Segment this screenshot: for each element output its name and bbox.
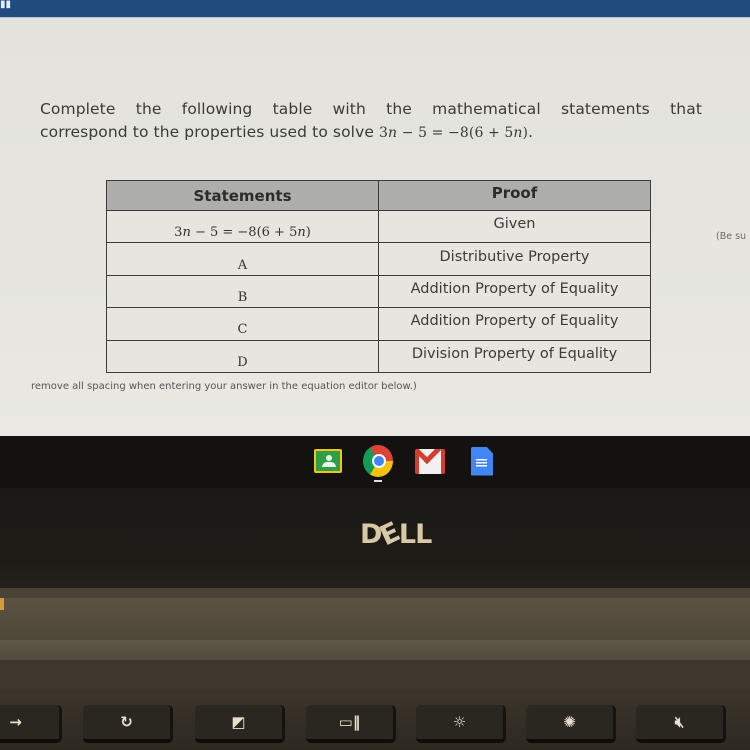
refresh-icon: ↻ xyxy=(120,713,133,731)
question-line-1: Complete the following table with the ma… xyxy=(40,100,702,118)
question-line-2: correspond to the properties used to sol… xyxy=(40,121,702,145)
overview-icon: ▭‖ xyxy=(338,713,361,731)
top-bar: ▮▮ xyxy=(0,0,750,18)
table-row: B Addition Property of Equality xyxy=(106,274,651,309)
statement-cell: C xyxy=(106,307,379,341)
keyboard-deck-strip xyxy=(0,660,750,690)
mute-icon: 🔇︎ xyxy=(674,713,685,731)
brightness-up-icon: ✺ xyxy=(563,713,576,731)
key-overview[interactable]: ▭‖ xyxy=(306,705,396,743)
brightness-down-icon: ☼ xyxy=(452,713,467,731)
proof-cell: Addition Property of Equality xyxy=(378,274,651,309)
question-line-2-text: correspond to the properties used to sol… xyxy=(40,123,380,141)
statement-cell: A xyxy=(106,242,379,276)
fullscreen-icon: ◩ xyxy=(231,713,246,731)
proof-cell: Addition Property of Equality xyxy=(378,307,651,341)
table-row: D Division Property of Equality xyxy=(106,339,651,374)
key-brightness-up[interactable]: ✺ xyxy=(526,705,616,743)
proof-cell: Distributive Property xyxy=(378,242,651,276)
statement-cell: 3n − 5 = −8(6 + 5n) xyxy=(106,209,379,244)
proof-cell: Division Property of Equality xyxy=(378,339,651,374)
chromeos-shelf xyxy=(0,436,750,488)
shelf-app-classroom[interactable] xyxy=(313,446,343,476)
header-proof: Proof xyxy=(378,180,651,211)
chrome-icon xyxy=(363,445,393,477)
question-equation: 3n − 5 = −8(6 + 5n) xyxy=(379,125,529,141)
status-led xyxy=(0,598,4,610)
table-row: 3n − 5 = −8(6 + 5n) Given xyxy=(106,209,651,244)
shelf-app-docs[interactable] xyxy=(467,446,497,476)
app-logo-icon: ▮▮ xyxy=(0,0,12,10)
classroom-icon xyxy=(314,449,342,473)
question-text: Complete the following table with the ma… xyxy=(40,98,702,145)
table-row: C Addition Property of Equality xyxy=(106,307,651,341)
question-period: . xyxy=(528,123,534,141)
shelf-app-gmail[interactable] xyxy=(415,446,445,476)
side-note: (Be su xyxy=(716,231,747,242)
screen: ▮▮ Complete the following table with the… xyxy=(0,0,750,436)
docs-icon xyxy=(471,446,493,476)
proof-table: Statements Proof 3n − 5 = −8(6 + 5n) Giv… xyxy=(106,180,651,374)
laptop-hinge xyxy=(0,598,750,640)
key-mute[interactable]: 🔇︎ xyxy=(636,705,726,743)
hinge-edge xyxy=(0,588,750,598)
header-statements: Statements xyxy=(106,180,379,211)
key-fullscreen[interactable]: ◩ xyxy=(195,705,285,743)
table-header-row: Statements Proof xyxy=(106,180,651,211)
table-row: A Distributive Property xyxy=(106,242,651,276)
statement-cell: B xyxy=(106,274,379,309)
instruction-note: remove all spacing when entering your an… xyxy=(31,381,417,392)
shelf-app-chrome[interactable] xyxy=(363,445,393,482)
key-brightness-down[interactable]: ☼ xyxy=(416,705,506,743)
proof-cell: Given xyxy=(378,209,651,244)
key-refresh[interactable]: ↻ xyxy=(83,705,173,743)
key-forward[interactable]: → xyxy=(0,705,62,743)
running-indicator xyxy=(374,480,382,482)
dell-logo: DELL xyxy=(360,516,432,553)
forward-arrow-icon: → xyxy=(9,713,22,731)
gmail-icon xyxy=(415,448,445,474)
statement-cell: D xyxy=(106,339,379,374)
